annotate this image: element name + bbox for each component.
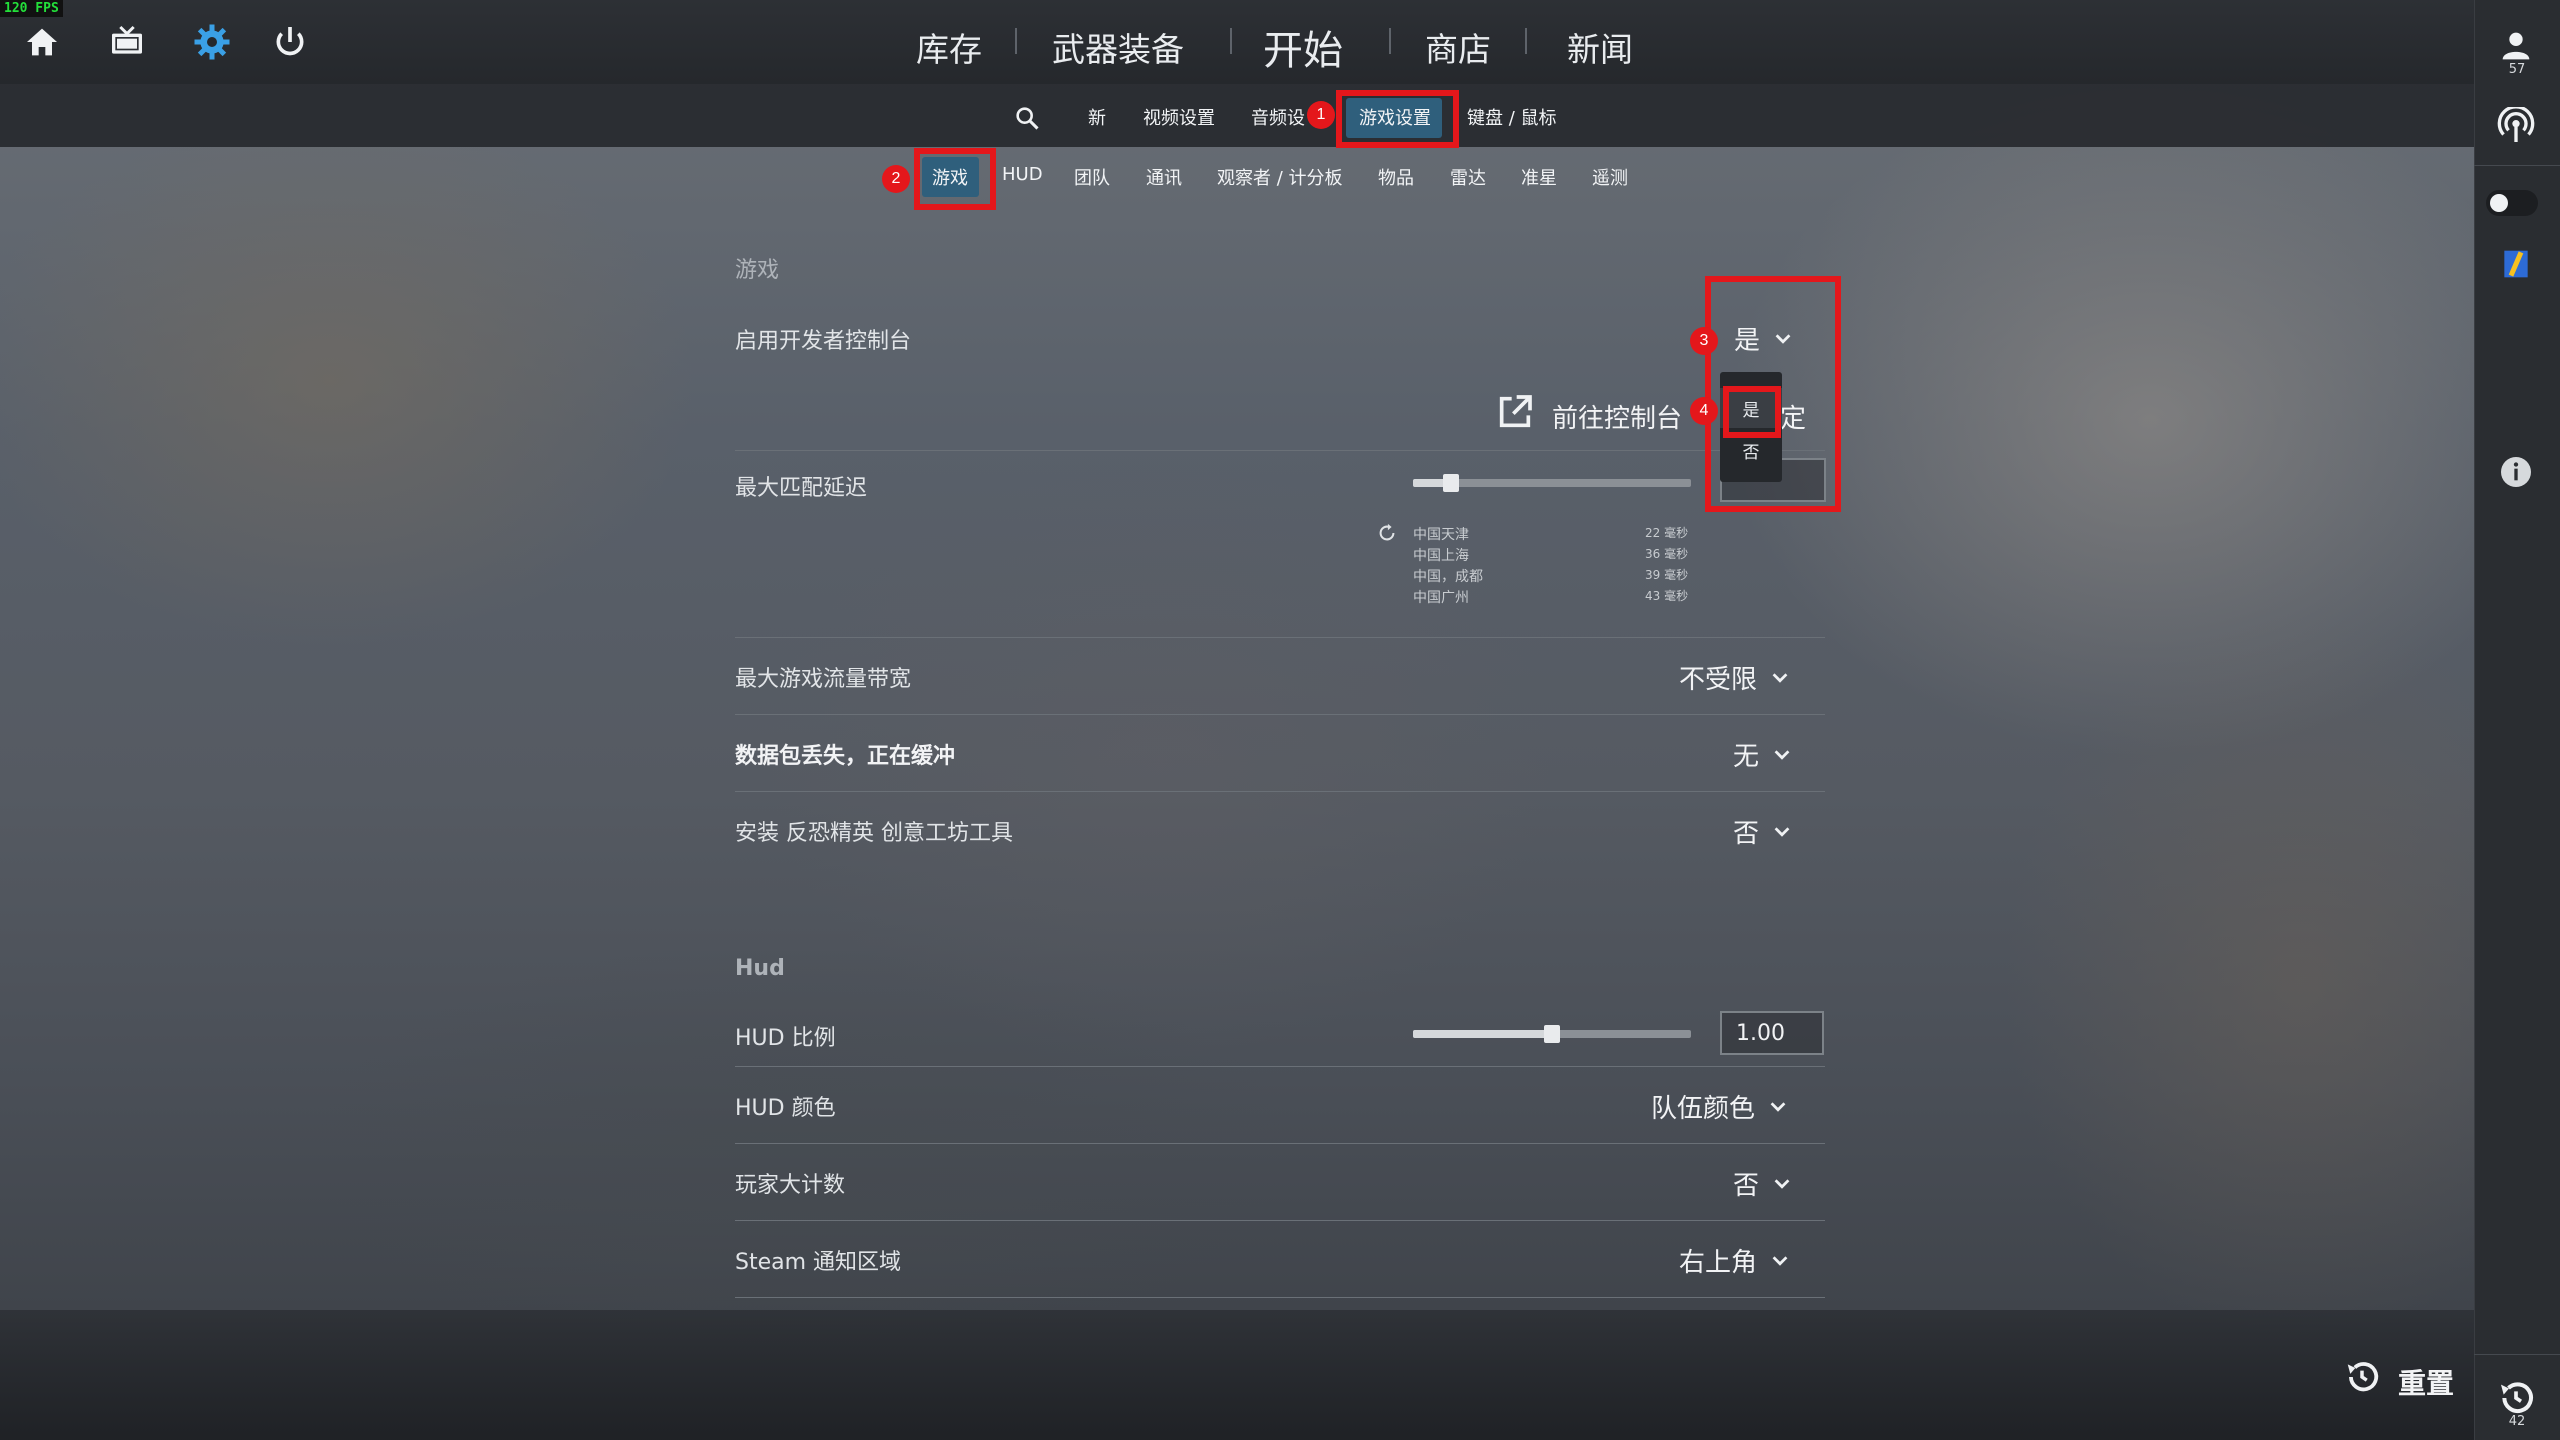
- row-separator: [735, 450, 1825, 451]
- history-icon[interactable]: [2343, 1358, 2381, 1396]
- ping-server-name: 中国上海: [1413, 548, 1469, 564]
- annotation-badge-4: 4: [1690, 397, 1718, 425]
- power-icon[interactable]: [270, 22, 310, 62]
- hud-color-label: HUD 颜色: [735, 1096, 836, 1121]
- refresh-icon[interactable]: [1376, 522, 1398, 544]
- goto-console-label[interactable]: 前往控制台: [1552, 398, 1682, 435]
- row-separator: [735, 791, 1825, 792]
- steam-notify-dropdown[interactable]: 右上角: [1679, 1242, 1791, 1279]
- fps-counter: 120 FPS: [0, 0, 63, 17]
- ping-server-ms: 39 毫秒: [1645, 568, 1689, 582]
- ping-server-ms: 36 毫秒: [1645, 547, 1689, 561]
- top-bar: [0, 0, 2474, 84]
- right-rail: [2474, 0, 2560, 1440]
- subtab-team[interactable]: 团队: [1074, 164, 1110, 190]
- chevron-down-icon: [1772, 1255, 1788, 1266]
- annotation-box-1: [1336, 90, 1459, 148]
- settings-nav-bar: [0, 84, 2474, 147]
- subtab-communication[interactable]: 通讯: [1146, 164, 1182, 190]
- external-link-icon[interactable]: [1495, 392, 1535, 432]
- broadcast-icon[interactable]: [2496, 105, 2536, 147]
- nav-separator: [1525, 28, 1527, 54]
- search-icon[interactable]: [1013, 104, 1041, 132]
- player-count-label: 玩家大计数: [735, 1173, 846, 1198]
- workshop-tools-label: 安装 反恐精英 创意工坊工具: [735, 821, 1013, 846]
- tab-video[interactable]: 视频设置: [1143, 104, 1215, 130]
- toggle-icon[interactable]: [2486, 190, 2538, 216]
- card-icon[interactable]: [2496, 244, 2536, 284]
- ping-server-name: 中国天津: [1413, 527, 1469, 543]
- annotation-badge-2: 2: [882, 165, 910, 193]
- chevron-down-icon: [1772, 672, 1788, 683]
- steam-notify-label: Steam 通知区域: [735, 1250, 902, 1275]
- tv-icon[interactable]: [107, 22, 147, 62]
- player-count-dropdown[interactable]: 否: [1733, 1165, 1793, 1202]
- user-icon[interactable]: [2496, 26, 2536, 66]
- subtab-telemetry[interactable]: 遥测: [1592, 164, 1628, 190]
- friends-count: 57: [2508, 62, 2526, 77]
- reset-button[interactable]: 重置: [2398, 1362, 2454, 1402]
- chevron-down-icon: [1774, 1178, 1790, 1189]
- info-icon[interactable]: [2496, 452, 2536, 492]
- row-separator: [735, 1220, 1825, 1221]
- workshop-tools-dropdown[interactable]: 否: [1733, 813, 1793, 850]
- row-separator: [735, 637, 1825, 638]
- subtab-items[interactable]: 物品: [1378, 164, 1414, 190]
- row-separator: [735, 1143, 1825, 1144]
- hud-scale-input[interactable]: 1.00: [1720, 1011, 1824, 1055]
- ping-server-name: 中国广州: [1413, 590, 1469, 606]
- subtab-radar[interactable]: 雷达: [1450, 164, 1486, 190]
- ping-server-ms: 22 毫秒: [1645, 526, 1689, 540]
- tab-keyboard-mouse[interactable]: 键盘 / 鼠标: [1467, 104, 1557, 130]
- history-count: 42: [2508, 1414, 2526, 1429]
- hud-color-dropdown[interactable]: 队伍颜色: [1651, 1088, 1789, 1125]
- tab-audio[interactable]: 音频设: [1251, 104, 1305, 130]
- tab-new[interactable]: 新: [1088, 104, 1106, 130]
- packet-loss-dropdown[interactable]: 无: [1733, 736, 1793, 773]
- nav-separator: [1230, 28, 1232, 54]
- subtab-crosshair[interactable]: 准星: [1521, 164, 1557, 190]
- annotation-box-4: [1723, 386, 1781, 438]
- annotation-box-2: [914, 148, 996, 210]
- section-title-game: 游戏: [735, 258, 780, 283]
- max-match-delay-label: 最大匹配延迟: [735, 476, 868, 501]
- ping-server-ms: 43 毫秒: [1645, 589, 1689, 603]
- subtab-spectator-scoreboard[interactable]: 观察者 / 计分板: [1217, 164, 1343, 190]
- packet-loss-label: 数据包丢失，正在缓冲: [735, 744, 956, 769]
- row-separator: [735, 1066, 1825, 1067]
- nav-store[interactable]: 商店: [1425, 22, 1491, 72]
- row-separator: [735, 1297, 1825, 1298]
- nav-separator: [1389, 28, 1391, 54]
- nav-separator: [1015, 28, 1017, 54]
- gear-icon[interactable]: [192, 22, 232, 62]
- chevron-down-icon: [1774, 826, 1790, 837]
- nav-inventory[interactable]: 库存: [916, 22, 982, 72]
- annotation-badge-3: 3: [1690, 327, 1718, 355]
- nav-loadout[interactable]: 武器装备: [1052, 22, 1184, 72]
- ping-server-name: 中国，成都: [1413, 569, 1483, 585]
- chevron-down-icon: [1774, 749, 1790, 760]
- home-icon[interactable]: [22, 22, 62, 62]
- dev-console-label: 启用开发者控制台: [735, 329, 912, 354]
- nav-news[interactable]: 新闻: [1567, 22, 1633, 72]
- rail-separator: [2474, 165, 2560, 166]
- chevron-down-icon: [1770, 1101, 1786, 1112]
- max-bandwidth-label: 最大游戏流量带宽: [735, 667, 912, 692]
- row-separator: [735, 714, 1825, 715]
- max-bandwidth-dropdown[interactable]: 不受限: [1679, 659, 1791, 696]
- history-icon[interactable]: [2496, 1378, 2536, 1418]
- hud-scale-label: HUD 比例: [735, 1026, 836, 1051]
- bottom-bar: [0, 1310, 2474, 1440]
- annotation-badge-1: 1: [1307, 101, 1335, 129]
- blurred-background: [0, 0, 2560, 1440]
- section-title-hud: Hud: [735, 956, 785, 981]
- nav-play[interactable]: 开始: [1263, 22, 1343, 74]
- subtab-hud[interactable]: HUD: [1002, 164, 1043, 185]
- rail-separator: [2474, 1354, 2560, 1355]
